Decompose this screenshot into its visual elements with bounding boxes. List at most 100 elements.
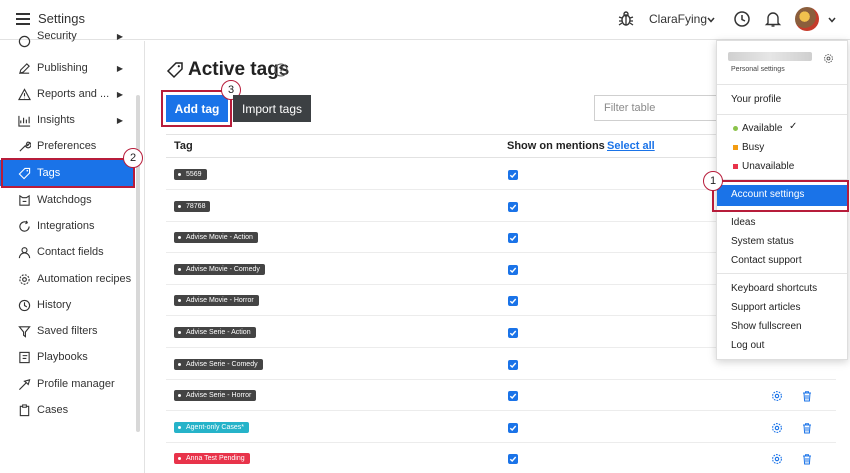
chevron-right-icon: ▶ <box>116 89 123 99</box>
sidebar-scrollbar[interactable] <box>136 95 140 432</box>
sidebar-item-label: Security <box>37 30 77 42</box>
sidebar-item-publishing[interactable]: Publishing ▶ <box>0 55 135 81</box>
menu-item-unavailable[interactable]: Unavailable <box>742 161 794 172</box>
sidebar-item-label: Publishing <box>37 62 88 74</box>
gear-icon[interactable] <box>771 389 783 401</box>
show-on-mentions-checkbox[interactable] <box>508 454 518 464</box>
status-dot-busy <box>733 145 738 150</box>
sidebar-item-label: Saved filters <box>37 325 98 337</box>
tag-label: Advise Serie - Action <box>186 329 251 336</box>
sidebar-item-label: Reports and ... <box>37 88 110 100</box>
tag-chip[interactable]: Agent-only Cases* <box>174 422 249 433</box>
divider <box>717 273 847 274</box>
tag-chip[interactable]: 5569 <box>174 169 207 180</box>
menu-item-busy[interactable]: Busy <box>742 142 764 153</box>
chevron-right-icon: ▶ <box>116 31 123 41</box>
sidebar-item-contact-fields[interactable]: Contact fields <box>0 239 135 265</box>
chevron-down-icon[interactable] <box>706 15 716 25</box>
show-on-mentions-checkbox[interactable] <box>508 296 518 306</box>
sidebar-item-cases[interactable]: Cases <box>0 397 135 423</box>
sidebar-item-integrations[interactable]: Integrations <box>0 213 135 239</box>
tag-dot-icon <box>178 394 181 397</box>
tag-chip[interactable]: Advise Serie - Comedy <box>174 359 263 370</box>
tag-chip[interactable]: Advise Serie - Action <box>174 327 256 338</box>
divider <box>717 114 847 115</box>
show-on-mentions-checkbox[interactable] <box>508 202 518 212</box>
sidebar-item-automation-recipes[interactable]: Automation recipes <box>0 266 135 292</box>
sidebar-item-watchdogs[interactable]: Watchdogs <box>0 187 135 213</box>
menu-item-contact-support[interactable]: Contact support <box>731 255 802 266</box>
watchdog-icon <box>17 193 31 207</box>
filter-table-input[interactable] <box>594 95 716 121</box>
sidebar-item-preferences[interactable]: Preferences <box>0 133 135 159</box>
tag-chip[interactable]: Anna Test Pending <box>174 453 250 464</box>
show-on-mentions-checkbox[interactable] <box>508 423 518 433</box>
trash-icon[interactable] <box>801 389 813 402</box>
menu-item-show-fullscreen[interactable]: Show fullscreen <box>731 321 802 332</box>
tag-dot-icon <box>178 363 181 366</box>
wrench-icon <box>17 139 31 153</box>
table-row <box>166 412 836 443</box>
bell-icon[interactable] <box>764 10 782 28</box>
tag-chip[interactable]: 78768 <box>174 201 211 212</box>
import-tags-button[interactable]: Import tags <box>233 95 311 122</box>
tag-chip[interactable]: Advise Serie - Horror <box>174 390 257 401</box>
select-all-link[interactable]: Select all <box>607 140 655 152</box>
profile-icon <box>17 377 31 391</box>
menu-item-support-articles[interactable]: Support articles <box>731 302 800 313</box>
menu-icon[interactable] <box>16 13 30 25</box>
sidebar-item-profile-manager[interactable]: Profile manager <box>0 371 135 397</box>
sidebar-item-label: Playbooks <box>37 351 88 363</box>
menu-item-available[interactable]: Available <box>742 123 782 134</box>
warning-icon <box>17 87 31 101</box>
sidebar-item-insights[interactable]: Insights ▶ <box>0 107 135 133</box>
trash-icon[interactable] <box>801 452 813 465</box>
menu-item-log-out[interactable]: Log out <box>731 340 764 351</box>
gear-icon[interactable] <box>771 421 783 433</box>
trash-icon[interactable] <box>801 421 813 434</box>
menu-item-ideas[interactable]: Ideas <box>731 217 755 228</box>
add-tag-highlight <box>161 90 232 127</box>
tag-dot-icon <box>178 331 181 334</box>
user-name[interactable]: ClaraFying <box>649 12 707 26</box>
tag-label: Advise Serie - Horror <box>186 392 252 399</box>
tag-chip[interactable]: Advise Movie - Horror <box>174 295 259 306</box>
show-on-mentions-checkbox[interactable] <box>508 265 518 275</box>
gear-icon[interactable] <box>823 53 834 64</box>
column-header-show-on-mentions: Show on mentions <box>507 140 605 152</box>
tag-label: Advise Movie - Horror <box>186 297 254 304</box>
sidebar-item-reports[interactable]: Reports and ... ▶ <box>0 81 135 107</box>
gear-icon[interactable] <box>771 452 783 464</box>
sidebar-item-saved-filters[interactable]: Saved filters <box>0 318 135 344</box>
tag-chip[interactable]: Advise Movie - Action <box>174 232 258 243</box>
show-on-mentions-checkbox[interactable] <box>508 328 518 338</box>
show-on-mentions-checkbox[interactable] <box>508 233 518 243</box>
tag-icon <box>166 62 183 79</box>
status-dot-available <box>733 126 738 131</box>
sidebar-item-playbooks[interactable]: Playbooks <box>0 344 135 370</box>
step-badge: 1 <box>703 171 723 191</box>
show-on-mentions-checkbox[interactable] <box>508 391 518 401</box>
tag-dot-icon <box>178 173 181 176</box>
menu-item-keyboard-shortcuts[interactable]: Keyboard shortcuts <box>731 283 817 294</box>
sidebar-item-label: Cases <box>37 404 69 416</box>
tag-label: Advise Movie - Comedy <box>186 266 260 273</box>
sidebar-item-label: Contact fields <box>37 246 104 258</box>
help-icon[interactable] <box>274 63 288 77</box>
sidebar-item-history[interactable]: History <box>0 292 135 318</box>
chevron-down-icon[interactable] <box>827 15 837 25</box>
account-settings-highlight <box>712 180 849 212</box>
column-header-tag: Tag <box>174 140 193 152</box>
avatar[interactable] <box>795 7 819 31</box>
status-dot-unavailable <box>733 164 738 169</box>
refresh-icon <box>17 219 31 233</box>
show-on-mentions-checkbox[interactable] <box>508 360 518 370</box>
tag-dot-icon <box>178 268 181 271</box>
bug-icon[interactable] <box>616 9 636 29</box>
show-on-mentions-checkbox[interactable] <box>508 170 518 180</box>
clock-icon[interactable] <box>733 10 751 28</box>
menu-item-system-status[interactable]: System status <box>731 236 794 247</box>
menu-item-your-profile[interactable]: Your profile <box>731 94 781 105</box>
sidebar-item-security[interactable]: Security ▶ <box>0 30 135 52</box>
tag-chip[interactable]: Advise Movie - Comedy <box>174 264 265 275</box>
